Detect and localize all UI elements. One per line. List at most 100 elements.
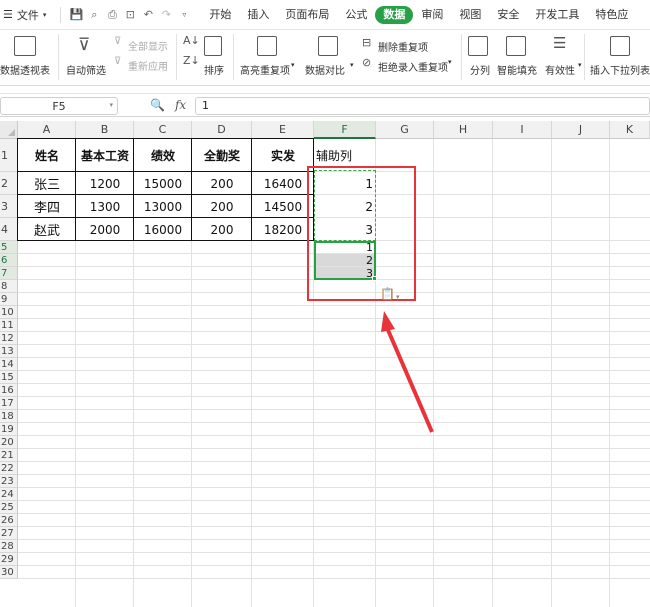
row-header-16[interactable]: 16 bbox=[0, 384, 18, 397]
cell-b4[interactable]: 2000 bbox=[76, 218, 134, 241]
tab-review[interactable]: 审阅 bbox=[413, 6, 451, 24]
row-header-7[interactable]: 7 bbox=[0, 267, 18, 280]
row-header-25[interactable]: 25 bbox=[0, 501, 18, 514]
cell-a3[interactable]: 李四 bbox=[18, 195, 76, 218]
tab-data[interactable]: 数据 bbox=[375, 5, 414, 24]
column-header-a[interactable]: A bbox=[18, 121, 76, 139]
cell-d4[interactable]: 200 bbox=[192, 218, 252, 241]
row-header-3[interactable]: 3 bbox=[0, 195, 18, 218]
autofilter-button[interactable]: 自动筛选 bbox=[66, 62, 106, 77]
column-header-c[interactable]: C bbox=[134, 121, 192, 139]
paste-options-icon[interactable]: 📋 bbox=[380, 287, 395, 301]
row-header-19[interactable]: 19 bbox=[0, 423, 18, 436]
chevron-down-icon[interactable]: ▾ bbox=[396, 293, 400, 301]
row-header-30[interactable]: 30 bbox=[0, 566, 18, 579]
column-header-k[interactable]: K bbox=[610, 121, 650, 139]
cell-a4[interactable]: 赵武 bbox=[18, 218, 76, 241]
column-header-f[interactable]: F bbox=[314, 121, 376, 139]
split-columns-button[interactable]: 分列 bbox=[470, 62, 490, 77]
cell-c2[interactable]: 15000 bbox=[134, 172, 192, 195]
cell-c4[interactable]: 16000 bbox=[134, 218, 192, 241]
column-header-j[interactable]: J bbox=[552, 121, 610, 139]
format-painter-icon[interactable]: ⌕ bbox=[85, 8, 103, 22]
column-header-g[interactable]: G bbox=[376, 121, 434, 139]
cell-b2[interactable]: 1200 bbox=[76, 172, 134, 195]
cell-b3[interactable]: 1300 bbox=[76, 195, 134, 218]
column-header-d[interactable]: D bbox=[192, 121, 252, 139]
row-header-4[interactable]: 4 bbox=[0, 218, 18, 241]
tab-insert[interactable]: 插入 bbox=[239, 6, 277, 24]
file-menu[interactable]: ☰ 文件 ▾ bbox=[3, 7, 46, 23]
customize-dropdown-icon[interactable]: ▿ bbox=[175, 10, 193, 19]
highlight-duplicates-button[interactable]: 高亮重复项 bbox=[240, 62, 290, 77]
validity-button[interactable]: 有效性 bbox=[545, 62, 575, 77]
fx-icon[interactable]: fx bbox=[175, 98, 186, 112]
cell-d1[interactable]: 全勤奖 bbox=[192, 139, 252, 172]
save-icon[interactable]: 💾 bbox=[67, 8, 85, 21]
row-header-14[interactable]: 14 bbox=[0, 358, 18, 371]
row-header-9[interactable]: 9 bbox=[0, 293, 18, 306]
tab-home[interactable]: 开始 bbox=[201, 6, 239, 24]
pivot-table-button[interactable]: 数据透视表 bbox=[0, 62, 50, 77]
column-header-h[interactable]: H bbox=[434, 121, 493, 139]
row-header-6[interactable]: 6 bbox=[0, 254, 18, 267]
row-header-12[interactable]: 12 bbox=[0, 332, 18, 345]
row-header-18[interactable]: 18 bbox=[0, 410, 18, 423]
sort-button[interactable]: 排序 bbox=[204, 62, 224, 77]
row-header-21[interactable]: 21 bbox=[0, 449, 18, 462]
row-header-1[interactable]: 1 bbox=[0, 139, 18, 172]
cell-d2[interactable]: 200 bbox=[192, 172, 252, 195]
row-header-17[interactable]: 17 bbox=[0, 397, 18, 410]
cell-e1[interactable]: 实发 bbox=[252, 139, 314, 172]
cell-e4[interactable]: 18200 bbox=[252, 218, 314, 241]
row-header-29[interactable]: 29 bbox=[0, 553, 18, 566]
row-header-13[interactable]: 13 bbox=[0, 345, 18, 358]
redo-icon[interactable]: ↷ bbox=[157, 8, 175, 21]
print-preview-icon[interactable]: ⊡ bbox=[121, 8, 139, 21]
select-all-corner[interactable] bbox=[0, 121, 18, 139]
tab-formulas[interactable]: 公式 bbox=[337, 6, 375, 24]
column-header-e[interactable]: E bbox=[252, 121, 314, 139]
print-icon[interactable]: ⎙ bbox=[103, 8, 121, 22]
row-header-22[interactable]: 22 bbox=[0, 462, 18, 475]
cell-e3[interactable]: 14500 bbox=[252, 195, 314, 218]
cell-c1[interactable]: 绩效 bbox=[134, 139, 192, 172]
cell-a2[interactable]: 张三 bbox=[18, 172, 76, 195]
row-header-8[interactable]: 8 bbox=[0, 280, 18, 293]
sort-ascending-icon[interactable]: A↓ bbox=[183, 34, 200, 47]
show-all-button[interactable]: 全部显示 bbox=[128, 38, 168, 53]
row-header-20[interactable]: 20 bbox=[0, 436, 18, 449]
row-header-5[interactable]: 5 bbox=[0, 241, 18, 254]
tab-view[interactable]: 视图 bbox=[451, 6, 489, 24]
row-header-27[interactable]: 27 bbox=[0, 527, 18, 540]
zoom-icon[interactable]: 🔍 bbox=[150, 98, 165, 112]
tab-security[interactable]: 安全 bbox=[489, 6, 527, 24]
tab-special-features[interactable]: 特色应 bbox=[587, 6, 636, 24]
remove-duplicates-button[interactable]: 删除重复项 bbox=[378, 39, 428, 54]
cell-b1[interactable]: 基本工资 bbox=[76, 139, 134, 172]
smart-fill-button[interactable]: 智能填充 bbox=[497, 62, 537, 77]
row-header-11[interactable]: 11 bbox=[0, 319, 18, 332]
sort-descending-icon[interactable]: Z↓ bbox=[183, 54, 200, 67]
cell-d3[interactable]: 200 bbox=[192, 195, 252, 218]
name-box[interactable]: F5 ▾ bbox=[0, 97, 118, 115]
undo-icon[interactable]: ↶ bbox=[139, 8, 157, 21]
formula-input[interactable]: 1 bbox=[195, 97, 650, 115]
row-header-24[interactable]: 24 bbox=[0, 488, 18, 501]
row-header-26[interactable]: 26 bbox=[0, 514, 18, 527]
row-header-10[interactable]: 10 bbox=[0, 306, 18, 319]
compare-button[interactable]: 数据对比 bbox=[305, 62, 345, 77]
row-header-23[interactable]: 23 bbox=[0, 475, 18, 488]
tab-page-layout[interactable]: 页面布局 bbox=[277, 6, 337, 24]
row-header-15[interactable]: 15 bbox=[0, 371, 18, 384]
tab-developer[interactable]: 开发工具 bbox=[527, 6, 587, 24]
column-header-b[interactable]: B bbox=[76, 121, 134, 139]
reapply-button[interactable]: 重新应用 bbox=[128, 58, 168, 73]
row-header-28[interactable]: 28 bbox=[0, 540, 18, 553]
column-header-i[interactable]: I bbox=[493, 121, 552, 139]
insert-dropdown-list-button[interactable]: 插入下拉列表 bbox=[590, 62, 650, 77]
row-header-2[interactable]: 2 bbox=[0, 172, 18, 195]
cell-a1[interactable]: 姓名 bbox=[18, 139, 76, 172]
cell-c3[interactable]: 13000 bbox=[134, 195, 192, 218]
reject-duplicates-button[interactable]: 拒绝录入重复项 bbox=[378, 59, 448, 74]
